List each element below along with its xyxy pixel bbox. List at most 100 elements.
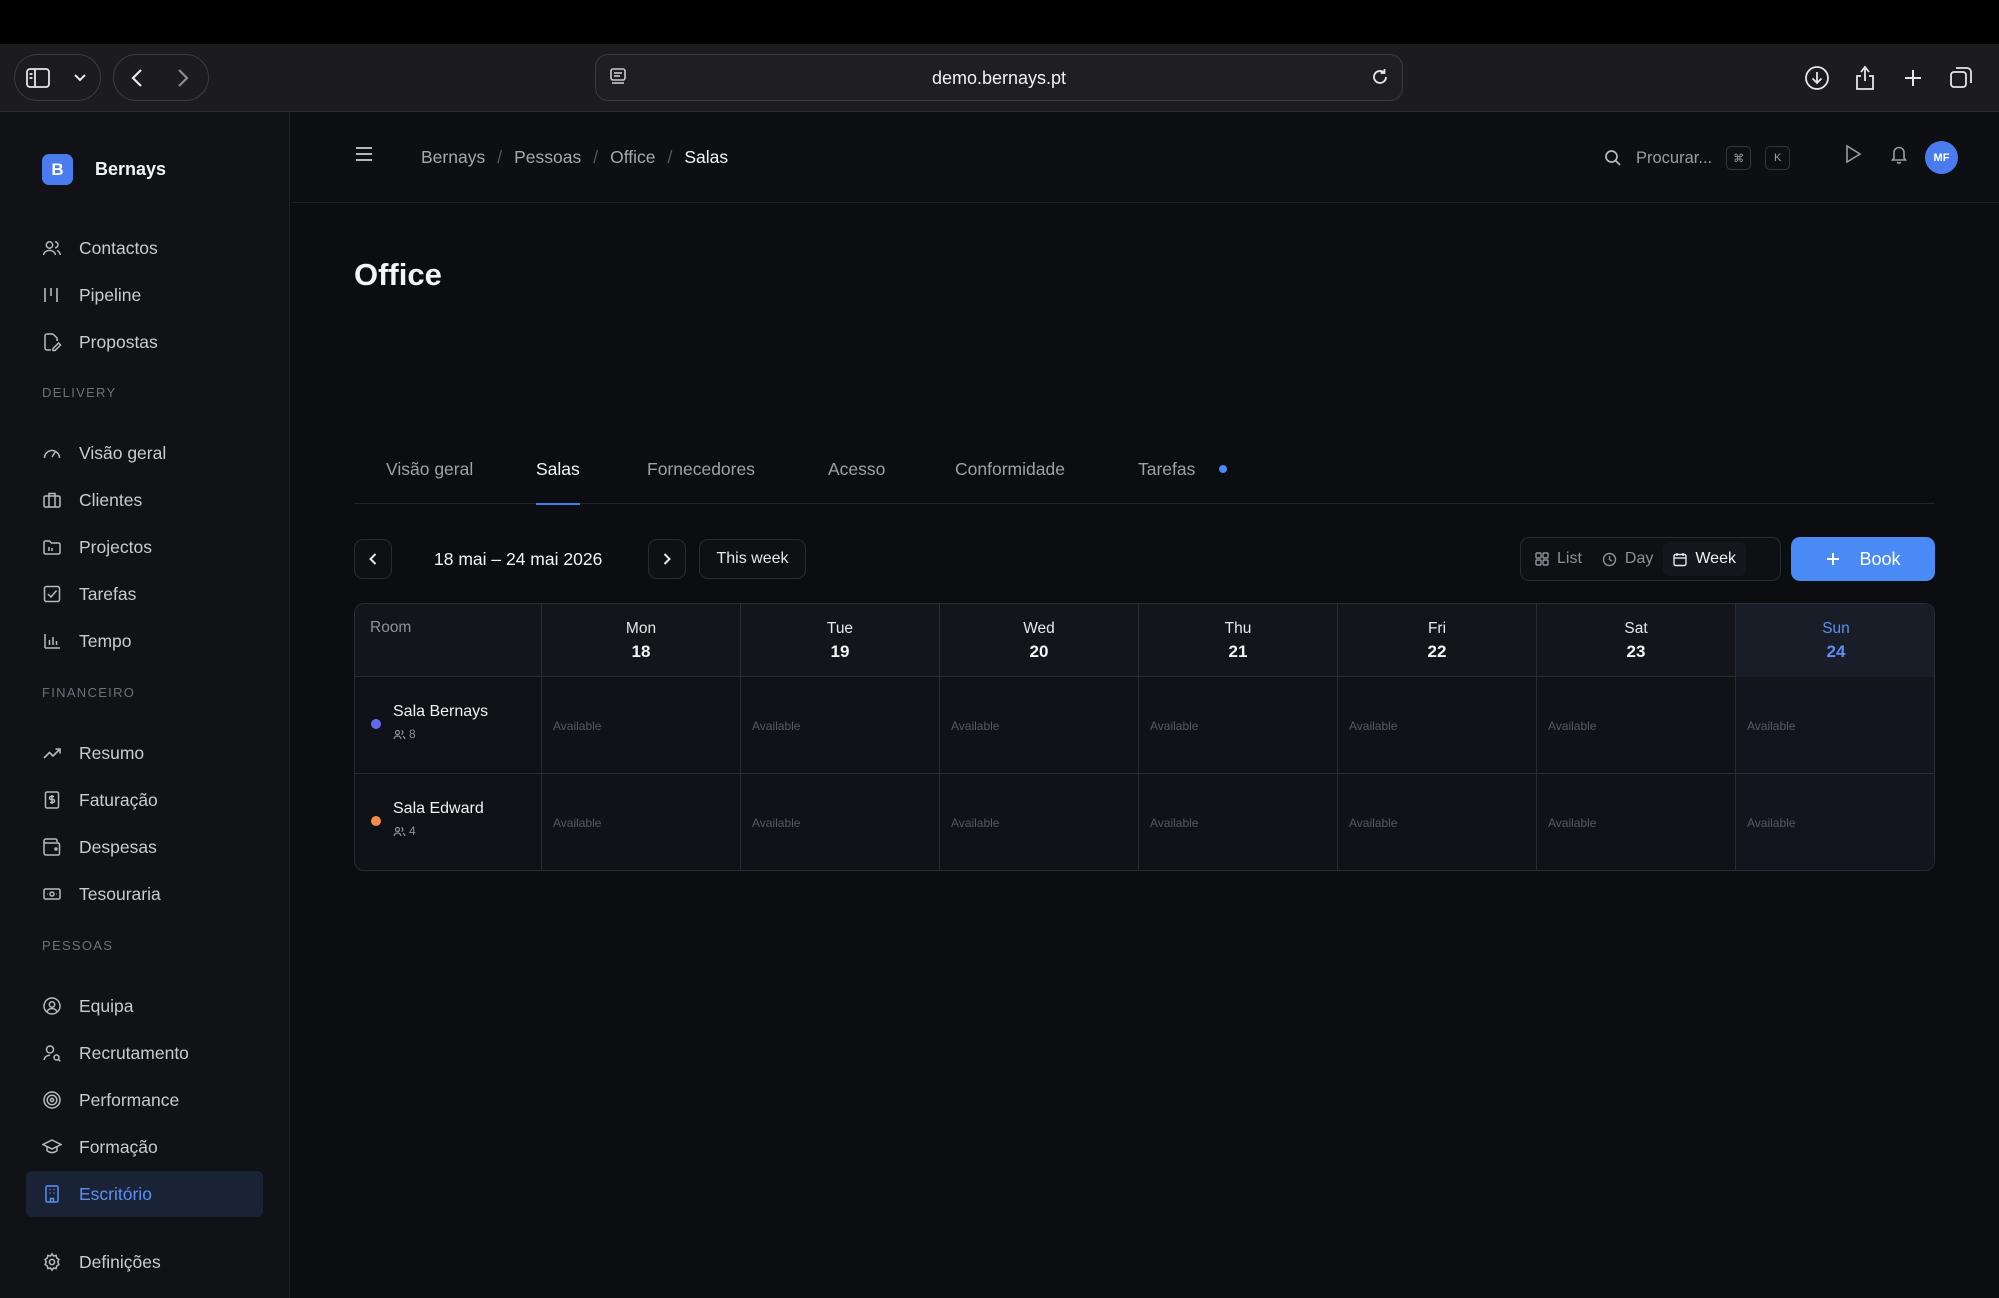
tab-visao-geral[interactable]: Visão geral	[386, 434, 473, 504]
tab-salas[interactable]: Salas	[536, 434, 580, 505]
slot-status: Available	[553, 816, 602, 830]
sidebar-item-tempo[interactable]: Tempo	[26, 618, 263, 664]
slot-sala-edward-tue[interactable]: Available	[740, 774, 939, 870]
sidebar-item-label: Recrutamento	[79, 1042, 189, 1063]
downloads-button[interactable]	[1793, 56, 1841, 101]
slot-sala-bernays-mon[interactable]: Available	[541, 677, 740, 773]
shortcut-key-k: K	[1765, 146, 1791, 170]
day-name: Thu	[1224, 620, 1252, 637]
tab-acesso[interactable]: Acesso	[828, 434, 885, 504]
sidebar-item-escritorio[interactable]: Escritório	[26, 1171, 263, 1217]
sidebar-item-label: Formação	[79, 1136, 158, 1157]
section-title-pessoas: PESSOAS	[42, 938, 114, 953]
room-capacity-value: 4	[409, 824, 416, 838]
breadcrumb-item-pessoas[interactable]: Pessoas	[514, 147, 581, 168]
bar-chart-icon	[42, 631, 62, 651]
slot-sala-bernays-tue[interactable]: Available	[740, 677, 939, 773]
sidebar-item-label: Contactos	[79, 237, 158, 258]
bell-icon[interactable]	[1889, 144, 1909, 169]
slot-sala-edward-sat[interactable]: Available	[1536, 774, 1735, 870]
address-bar[interactable]: demo.bernays.pt	[595, 54, 1403, 101]
sidebar-item-faturacao[interactable]: Faturação	[26, 777, 263, 823]
sidebar-item-label: Escritório	[79, 1183, 152, 1204]
folder-icon	[42, 537, 62, 557]
view-day-button[interactable]: Day	[1592, 542, 1663, 576]
slot-sala-edward-mon[interactable]: Available	[541, 774, 740, 870]
sidebar-item-tesouraria[interactable]: Tesouraria	[26, 871, 263, 917]
sidebar: B Bernays Contactos Pipeline Propostas D…	[0, 112, 290, 1298]
slot-status: Available	[752, 816, 801, 830]
room-cell[interactable]: Sala Edward 4	[355, 774, 541, 870]
sidebar-item-propostas[interactable]: Propostas	[26, 319, 263, 365]
search-button[interactable]: Procurar... ⌘ K	[1604, 142, 1791, 174]
sidebar-item-visao-geral[interactable]: Visão geral	[26, 430, 263, 476]
sidebar-item-pipeline[interactable]: Pipeline	[26, 272, 263, 318]
sidebar-item-label: Tempo	[79, 630, 132, 651]
slot-status: Available	[553, 719, 602, 733]
sidebar-item-label: Resumo	[79, 742, 145, 763]
slot-sala-bernays-sat[interactable]: Available	[1536, 677, 1735, 773]
play-icon[interactable]	[1844, 144, 1862, 169]
sidebar-item-projectos[interactable]: Projectos	[26, 524, 263, 570]
slot-sala-edward-sun[interactable]: Available	[1735, 774, 1934, 870]
plus-icon	[1825, 551, 1841, 567]
sidebar-item-tarefas[interactable]: Tarefas	[26, 571, 263, 617]
slot-sala-bernays-wed[interactable]: Available	[939, 677, 1138, 773]
sidebar-item-contactos[interactable]: Contactos	[26, 225, 263, 271]
reload-icon[interactable]	[1370, 67, 1390, 92]
slot-sala-edward-wed[interactable]: Available	[939, 774, 1138, 870]
sidebar-item-formacao[interactable]: Formação	[26, 1124, 263, 1170]
slot-sala-bernays-sun[interactable]: Available	[1735, 677, 1934, 773]
slot-status: Available	[752, 719, 801, 733]
back-button[interactable]	[114, 55, 160, 100]
workspace-brand[interactable]: B Bernays	[42, 154, 166, 185]
room-cell[interactable]: Sala Bernays 8	[355, 677, 541, 773]
day-name: Sat	[1624, 620, 1648, 637]
gear-icon	[42, 1252, 62, 1272]
tab-tarefas[interactable]: Tarefas	[1138, 434, 1228, 504]
calendar-header-row: Room Mon 18 Tue 19 Wed 20 Thu 21 Fri 22	[355, 604, 1934, 677]
view-week-button[interactable]: Week	[1663, 542, 1746, 576]
banknote-icon	[42, 884, 62, 904]
tab-label: Tarefas	[1138, 458, 1196, 479]
share-button[interactable]	[1841, 56, 1889, 101]
slot-sala-edward-thu[interactable]: Available	[1138, 774, 1337, 870]
breadcrumb-item-bernays[interactable]: Bernays	[421, 147, 485, 168]
slot-status: Available	[951, 816, 1000, 830]
forward-button[interactable]	[160, 55, 206, 100]
view-toggle: List Day Week	[1520, 537, 1781, 581]
sidebar-item-clientes[interactable]: Clientes	[26, 477, 263, 523]
building-icon	[42, 490, 62, 510]
sidebar-toggle-button[interactable]	[15, 55, 61, 100]
sidebar-item-resumo[interactable]: Resumo	[26, 730, 263, 776]
tab-group-dropdown-button[interactable]	[61, 55, 99, 100]
wallet-icon	[42, 837, 62, 857]
chevron-left-icon	[131, 68, 142, 87]
book-button[interactable]: Book	[1791, 537, 1935, 581]
tab-fornecedores[interactable]: Fornecedores	[647, 434, 755, 504]
slot-sala-edward-fri[interactable]: Available	[1337, 774, 1536, 870]
sidebar-item-definicoes[interactable]: Definições	[26, 1239, 263, 1285]
previous-week-button[interactable]	[354, 539, 392, 579]
view-list-button[interactable]: List	[1525, 542, 1592, 576]
invoice-icon	[42, 790, 62, 810]
slot-sala-bernays-thu[interactable]: Available	[1138, 677, 1337, 773]
slot-status: Available	[951, 719, 1000, 733]
slot-sala-bernays-fri[interactable]: Available	[1337, 677, 1536, 773]
sidebar-item-performance[interactable]: Performance	[26, 1077, 263, 1123]
menu-toggle-icon[interactable]	[355, 146, 373, 167]
user-avatar[interactable]: MF	[1925, 141, 1958, 174]
chevron-right-icon	[663, 553, 671, 565]
this-week-button[interactable]: This week	[699, 539, 806, 579]
next-week-button[interactable]	[648, 539, 686, 579]
tab-overview-button[interactable]	[1937, 56, 1985, 101]
sidebar-item-equipa[interactable]: Equipa	[26, 983, 263, 1029]
breadcrumb-item-office[interactable]: Office	[610, 147, 655, 168]
sidebar-item-recrutamento[interactable]: Recrutamento	[26, 1030, 263, 1076]
room-capacity-value: 8	[409, 727, 416, 741]
sidebar-item-despesas[interactable]: Despesas	[26, 824, 263, 870]
tab-conformidade[interactable]: Conformidade	[955, 434, 1065, 504]
new-tab-button[interactable]	[1889, 56, 1937, 101]
page-title: Office	[354, 257, 442, 292]
day-header-sun: Sun 24	[1735, 604, 1934, 677]
